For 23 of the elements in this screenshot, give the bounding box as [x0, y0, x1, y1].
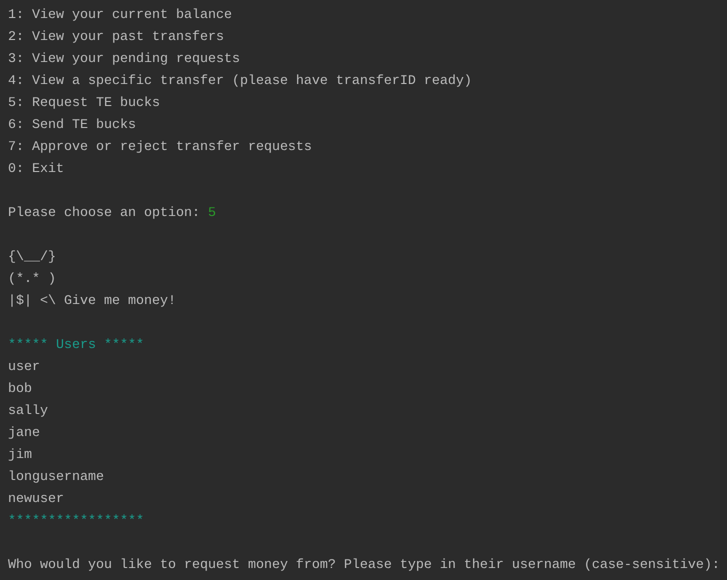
console-line: user: [8, 360, 40, 375]
console-line: 6: Send TE bucks: [8, 118, 136, 133]
console-line: newuser: [8, 492, 64, 507]
console-line: jane: [8, 426, 40, 441]
console-line: jim: [8, 448, 32, 463]
console-line: 2: View your past transfers: [8, 30, 224, 45]
console-line: |$| <\ Give me money!: [8, 294, 176, 309]
console-line: 3: View your pending requests: [8, 52, 240, 67]
console-line: 4: View a specific transfer (please have transferID ready): [8, 74, 472, 89]
console-line: sally: [8, 404, 48, 419]
console-line: bob: [8, 382, 32, 397]
console-line: 7: Approve or reject transfer requests: [8, 140, 312, 155]
console-line: {\__/}: [8, 250, 56, 265]
console-header: ***** Users *****: [8, 338, 144, 353]
console-line: 5: Request TE bucks: [8, 96, 160, 111]
console-line: (*.* ): [8, 272, 56, 287]
console-line: longusername: [8, 470, 104, 485]
console-header: *****************: [8, 514, 144, 529]
console-line: 1: View your current balance: [8, 8, 232, 23]
typed-option-text: 5: [208, 206, 216, 221]
console-prompt: Please choose an option:: [8, 206, 200, 221]
console-line: 0: Exit: [8, 162, 64, 177]
console-line: Who would you like to request money from? Please type in their username (case-sensitive):: [8, 558, 720, 573]
